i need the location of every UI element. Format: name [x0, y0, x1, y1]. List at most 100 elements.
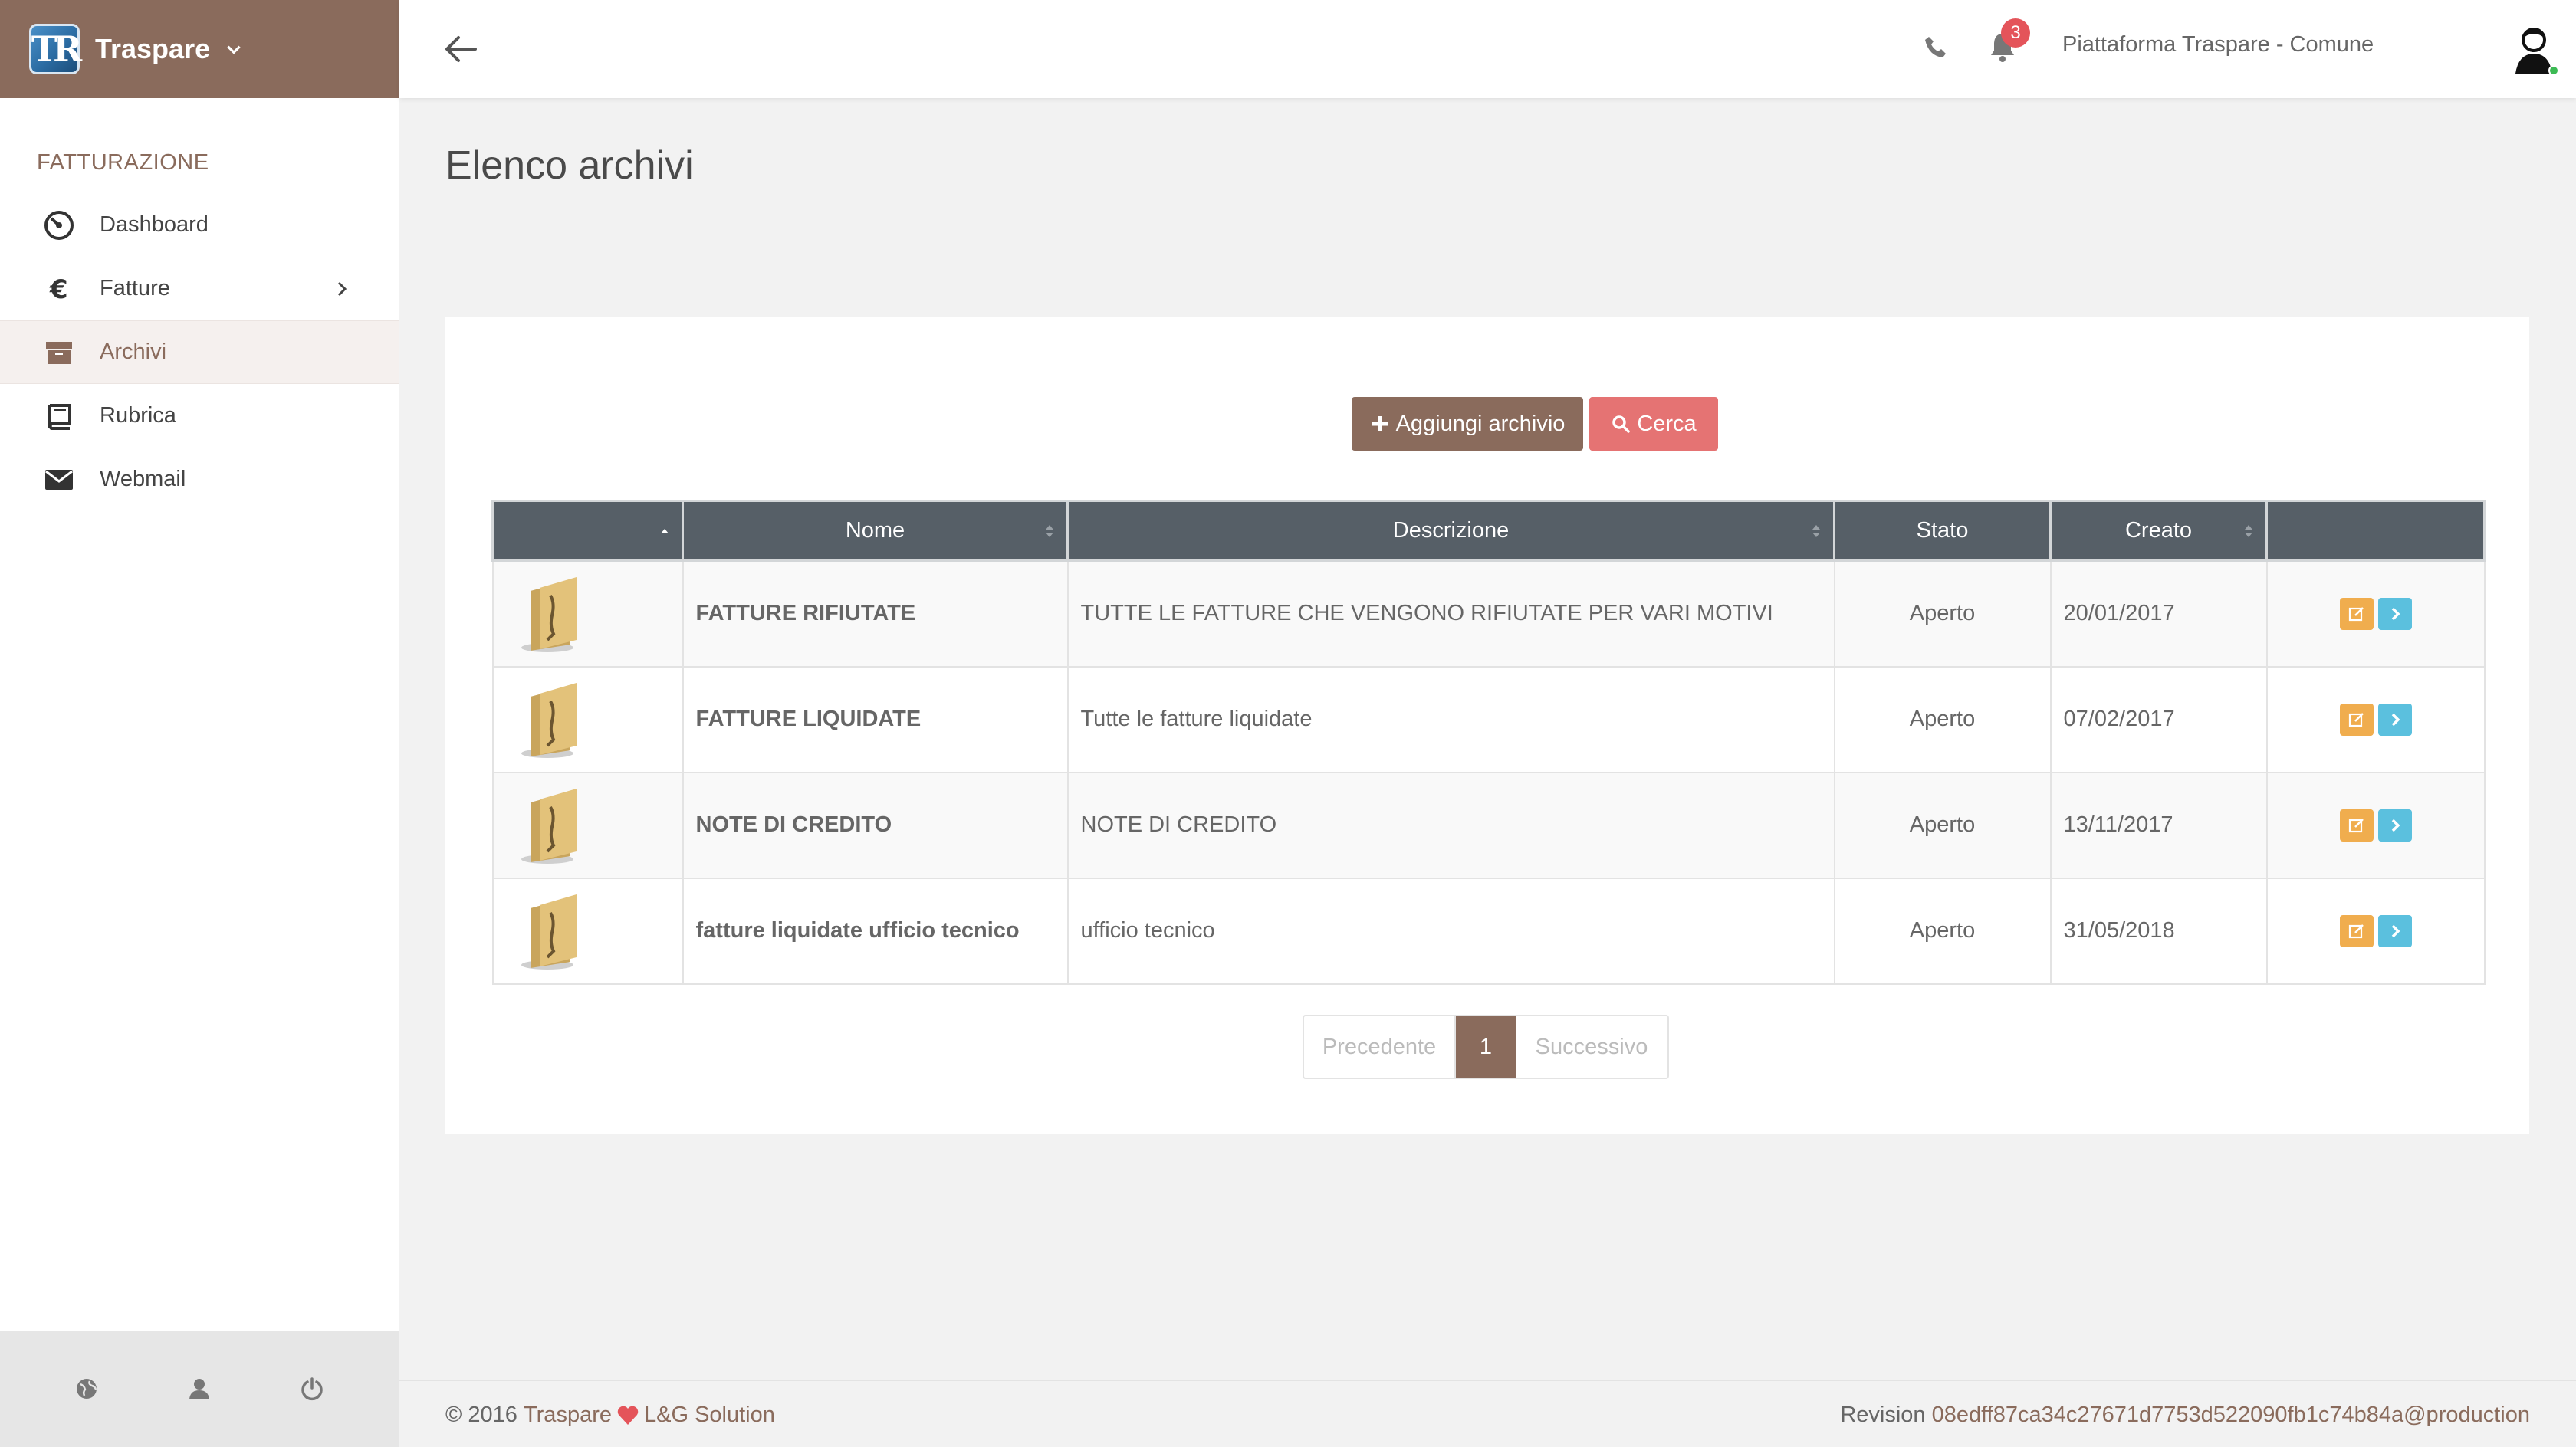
- folder-icon: [521, 682, 577, 758]
- row-icon-cell: [491, 665, 684, 773]
- profile-button[interactable]: [184, 1373, 215, 1404]
- plus-icon: [1372, 416, 1388, 431]
- notification-badge: 3: [2001, 18, 2030, 48]
- cell-nome[interactable]: NOTE DI CREDITO: [682, 771, 1069, 879]
- cell-nome[interactable]: fatture liquidate ufficio tecnico: [682, 877, 1069, 985]
- prev-page-button[interactable]: Precedente: [1304, 1016, 1456, 1078]
- cell-descrizione: ufficio tecnico: [1066, 877, 1835, 985]
- app-logo: TR: [29, 24, 82, 74]
- edit-button[interactable]: [2339, 809, 2374, 842]
- cell-nome[interactable]: FATTURE LIQUIDATE: [682, 665, 1069, 773]
- edit-button[interactable]: [2339, 703, 2374, 736]
- row-icon-cell: [491, 771, 684, 879]
- edit-icon: [2348, 924, 2364, 938]
- archive-list-card: Aggiungi archivio Cerca Nome Descrizione: [445, 317, 2529, 1134]
- sort-icon: [1812, 524, 1820, 537]
- revision-label: Revision: [1840, 1403, 1926, 1427]
- edit-icon: [2348, 712, 2364, 727]
- cell-creato: 13/11/2017: [2049, 771, 2268, 879]
- euro-icon: €: [43, 273, 75, 305]
- column-header-icon[interactable]: [491, 500, 684, 562]
- sidebar-item-label: Archivi: [100, 340, 167, 364]
- phone-icon[interactable]: [1923, 34, 1949, 61]
- revision-hash: 08edff87ca34c27671d7753d522090fb1c74b84a…: [1931, 1403, 2530, 1427]
- edit-icon: [2348, 818, 2364, 832]
- column-header-actions: [2266, 500, 2486, 562]
- app-name: Traspare: [95, 33, 211, 64]
- cell-stato: Aperto: [1833, 665, 2052, 773]
- sidebar-item-dashboard[interactable]: Dashboard: [0, 193, 399, 257]
- column-header-creato[interactable]: Creato: [2049, 500, 2268, 562]
- globe-icon: [77, 1379, 97, 1399]
- column-header-label: Descrizione: [1392, 518, 1510, 543]
- open-button[interactable]: [2377, 597, 2412, 630]
- sort-asc-icon: [661, 528, 669, 533]
- chevron-down-icon: [227, 45, 241, 54]
- column-header-label: Stato: [1916, 518, 1969, 543]
- sidebar-footer: [0, 1331, 399, 1447]
- row-icon-cell: [491, 877, 684, 985]
- back-arrow-icon[interactable]: [442, 31, 480, 67]
- sidebar-item-label: Webmail: [100, 467, 186, 491]
- power-icon: [301, 1377, 323, 1401]
- sort-icon: [1046, 524, 1053, 537]
- sidebar-item-fatture[interactable]: € Fatture: [0, 257, 399, 320]
- cell-creato: 07/02/2017: [2049, 665, 2268, 773]
- cell-descrizione: NOTE DI CREDITO: [1066, 771, 1835, 879]
- edit-icon: [2348, 606, 2364, 621]
- table-row: NOTE DI CREDITO NOTE DI CREDITO Aperto 1…: [491, 771, 2486, 879]
- company-link[interactable]: L&G Solution: [644, 1403, 775, 1428]
- folder-icon: [521, 788, 577, 864]
- globe-button[interactable]: [71, 1373, 102, 1404]
- next-page-button[interactable]: Successivo: [1516, 1016, 1668, 1078]
- table-row: FATTURE LIQUIDATE Tutte le fatture liqui…: [491, 665, 2486, 773]
- folder-icon: [521, 894, 577, 970]
- add-archive-button[interactable]: Aggiungi archivio: [1352, 397, 1583, 451]
- cell-nome[interactable]: FATTURE RIFIUTATE: [682, 559, 1069, 668]
- table-row: FATTURE RIFIUTATE TUTTE LE FATTURE CHE V…: [491, 559, 2486, 668]
- search-label: Cerca: [1637, 411, 1697, 436]
- column-header-label: Nome: [845, 518, 905, 543]
- user-avatar-icon[interactable]: [2505, 20, 2563, 78]
- sidebar-menu: Dashboard € Fatture Archivi Rubrica Webm…: [0, 193, 399, 511]
- open-button[interactable]: [2377, 914, 2412, 947]
- sidebar-item-archivi[interactable]: Archivi: [0, 320, 399, 384]
- dashboard-icon: [43, 209, 75, 241]
- menu-section-title: FATTURAZIONE: [37, 150, 209, 175]
- page-title: Elenco archivi: [445, 143, 694, 188]
- copyright: © 2016 Traspare L&G Solution: [445, 1403, 775, 1428]
- row-actions: [2266, 877, 2486, 985]
- column-header-nome[interactable]: Nome: [682, 500, 1069, 562]
- cell-stato: Aperto: [1833, 559, 2052, 668]
- row-actions: [2266, 665, 2486, 773]
- sidebar-item-rubrica[interactable]: Rubrica: [0, 384, 399, 448]
- archive-table: Nome Descrizione Stato Creato FATTURE RI…: [491, 500, 2486, 985]
- search-button[interactable]: Cerca: [1589, 397, 1718, 451]
- organization-name: Piattaforma Traspare - Comune: [2062, 32, 2374, 57]
- copyright-text: © 2016: [445, 1403, 518, 1427]
- revision-info: Revision 08edff87ca34c27671d7753d522090f…: [1840, 1403, 2530, 1428]
- cell-stato: Aperto: [1833, 877, 2052, 985]
- chevron-right-icon: [2391, 924, 2400, 937]
- folder-icon: [521, 576, 577, 652]
- cell-creato: 31/05/2018: [2049, 877, 2268, 985]
- pagination: Precedente 1 Successivo: [1303, 1015, 1669, 1079]
- open-button[interactable]: [2377, 809, 2412, 842]
- edit-button[interactable]: [2339, 914, 2374, 947]
- logout-button[interactable]: [297, 1373, 327, 1404]
- open-button[interactable]: [2377, 703, 2412, 736]
- row-icon-cell: [491, 559, 684, 668]
- svg-text:€: €: [49, 274, 68, 304]
- app-switcher[interactable]: TR Traspare: [0, 0, 399, 98]
- brand-link[interactable]: Traspare: [524, 1403, 612, 1428]
- user-icon: [189, 1379, 209, 1399]
- page-number-button[interactable]: 1: [1456, 1016, 1516, 1078]
- edit-button[interactable]: [2339, 597, 2374, 630]
- cell-descrizione: Tutte le fatture liquidate: [1066, 665, 1835, 773]
- sidebar-item-webmail[interactable]: Webmail: [0, 448, 399, 511]
- column-header-descrizione[interactable]: Descrizione: [1066, 500, 1835, 562]
- add-archive-label: Aggiungi archivio: [1395, 411, 1566, 436]
- sidebar-item-label: Dashboard: [100, 212, 209, 237]
- cell-stato: Aperto: [1833, 771, 2052, 879]
- row-actions: [2266, 771, 2486, 879]
